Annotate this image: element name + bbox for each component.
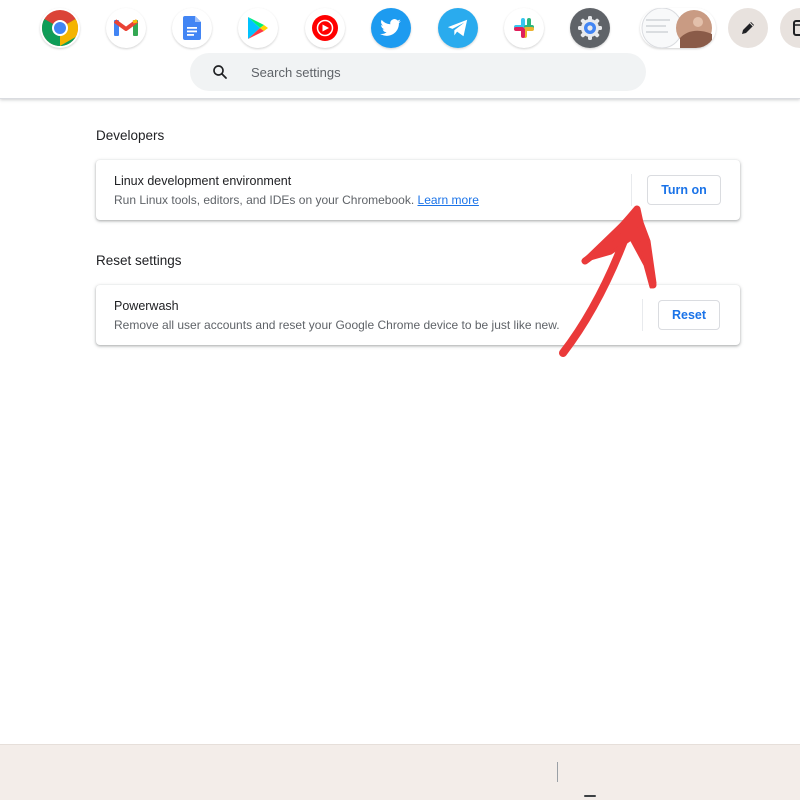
play-store-app[interactable] xyxy=(238,8,278,48)
system-shelf xyxy=(0,744,800,800)
twitter-app[interactable] xyxy=(371,8,411,48)
gmail-app[interactable] xyxy=(106,8,146,48)
chrome-icon xyxy=(41,10,79,47)
settings-app[interactable] xyxy=(570,8,610,48)
tote-icon xyxy=(793,20,800,36)
stylus-pen-icon xyxy=(742,22,754,34)
telegram-icon xyxy=(447,19,468,37)
stylus-tools-button[interactable] xyxy=(728,8,768,48)
youtube-music-icon xyxy=(312,15,338,41)
powerwash-title: Powerwash xyxy=(114,299,179,313)
learn-more-link[interactable]: Learn more xyxy=(418,193,479,207)
reset-section-title: Reset settings xyxy=(96,253,182,268)
slack-icon xyxy=(514,18,534,38)
gmail-icon xyxy=(114,19,138,36)
youtube-music-app[interactable] xyxy=(305,8,345,48)
developers-section-title: Developers xyxy=(96,128,165,143)
powerwash-subtitle: Remove all user accounts and reset your … xyxy=(114,318,560,332)
settings-icon xyxy=(578,16,602,40)
search-input[interactable] xyxy=(251,57,611,87)
docs-icon xyxy=(183,16,201,40)
shelf-separator xyxy=(557,762,558,782)
telegram-app[interactable] xyxy=(438,8,478,48)
red-arrow-annotation-icon xyxy=(559,205,657,357)
linux-dev-env-title: Linux development environment xyxy=(114,174,292,188)
window-thumbnail-icon xyxy=(641,8,712,48)
twitter-icon xyxy=(380,19,401,36)
active-app-indicator xyxy=(584,795,596,797)
chrome-app[interactable] xyxy=(40,8,80,48)
play-store-icon xyxy=(248,17,268,39)
docs-app[interactable] xyxy=(172,8,212,48)
search-box[interactable] xyxy=(190,53,646,91)
slack-app[interactable] xyxy=(504,8,544,48)
linux-dev-env-subtitle: Run Linux tools, editors, and IDEs on yo… xyxy=(114,193,415,207)
search-icon xyxy=(211,63,229,81)
settings-page: Developers Linux development environment… xyxy=(0,0,800,800)
browser-windows-thumbnail[interactable] xyxy=(640,8,716,48)
linux-dev-env-description: Run Linux tools, editors, and IDEs on yo… xyxy=(114,193,479,207)
